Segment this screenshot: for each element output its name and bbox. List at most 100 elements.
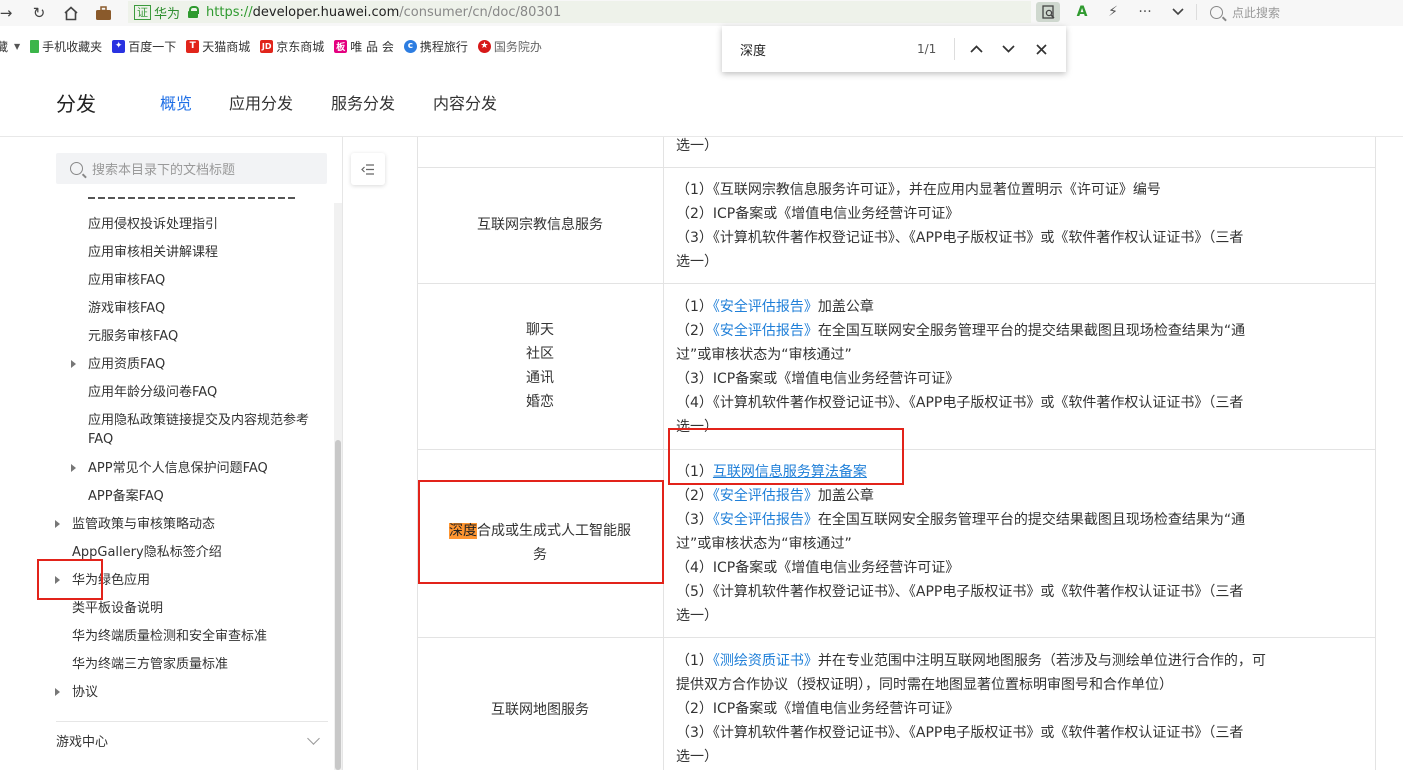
security-report-link[interactable]: 《安全评估报告》 [713, 323, 818, 339]
chevron-down-icon[interactable] [1166, 2, 1190, 22]
forward-icon[interactable]: → [0, 0, 20, 26]
baidu-paw-icon: ✦ [112, 39, 126, 53]
lightning-icon[interactable]: ⚡ [1101, 2, 1125, 22]
table-border [1375, 137, 1376, 770]
tree-item[interactable]: APP常见个人信息保护问题FAQ [88, 460, 268, 477]
tree-item[interactable]: 元服务审核FAQ [88, 328, 178, 345]
category-label: 社区 [526, 346, 554, 362]
bookmark-label: 唯 品 会 [350, 39, 394, 54]
url-scheme: https:// [206, 4, 253, 20]
table-cell: （1）《互联网宗教信息服务许可证》，并在应用内显著位置明示《许可证》编号 （2）… [676, 178, 1366, 274]
expand-arrow-icon[interactable] [55, 520, 60, 528]
page-search-icon[interactable] [1036, 2, 1060, 22]
tree-item[interactable]: 应用隐私政策链接提交及内容规范参考 [88, 412, 309, 429]
tree-item[interactable]: APP备案FAQ [88, 488, 164, 505]
line-text: 加盖公章 [817, 299, 874, 315]
tree-item[interactable]: 应用审核FAQ [88, 272, 165, 289]
find-next-button[interactable] [997, 38, 1019, 60]
cell-line: （4）ICP备案或《增值电信业务经营许可证》 [676, 560, 960, 576]
tmall-icon: T [186, 39, 200, 53]
tree-item[interactable]: 华为终端质量检测和安全审查标准 [72, 628, 267, 645]
clipped-tree-item [88, 192, 298, 199]
line-prefix: （3） [676, 512, 713, 528]
more-icon[interactable]: ··· [1133, 2, 1157, 22]
tree-item[interactable]: 监管政策与审核策略动态 [72, 516, 215, 533]
cell-line: （3）《计算机软件著作权登记证书》、《APP电子版权证书》或《软件著作权认证证书… [676, 230, 1244, 246]
sidebar-search-input[interactable]: 搜索本目录下的文档标题 [56, 153, 327, 184]
cell-line: 选一） [676, 138, 718, 154]
bookmark-item[interactable]: 板 唯 品 会 [334, 38, 394, 55]
bookmark-label: 携程旅行 [419, 39, 468, 54]
game-center-section[interactable]: 游戏中心 [56, 721, 328, 759]
bookmark-label: 百度一下 [128, 39, 177, 54]
bookmark-item[interactable]: JD 京东商城 [260, 38, 324, 55]
home-icon[interactable] [57, 0, 85, 26]
bookmark-label: 国务院办 [493, 39, 542, 54]
cell-line: 过”或审核状态为“审核通过” [676, 536, 852, 552]
category-label: 互联网宗教信息服务 [477, 217, 603, 233]
security-report-link[interactable]: 《安全评估报告》 [713, 512, 818, 528]
find-previous-button[interactable] [965, 38, 987, 60]
bookmark-item[interactable]: ✦ 百度一下 [112, 38, 176, 55]
cell-line: （1）《安全评估报告》加盖公章 [676, 295, 1366, 319]
browser-search-box[interactable]: 点此搜索 [1200, 1, 1403, 23]
site-header: 分发 概览 应用分发 服务分发 内容分发 [0, 64, 1403, 137]
find-query-input[interactable]: 深度 [740, 40, 766, 59]
tree-item[interactable]: 协议 [72, 684, 98, 701]
cell-line: 选一） [676, 608, 718, 624]
doc-sidebar: 搜索本目录下的文档标题 应用侵权投诉处理指引 应用审核相关讲解课程 应用审核FA… [0, 137, 343, 770]
line-prefix: （2） [676, 323, 713, 339]
tree-item[interactable]: 应用年龄分级问卷FAQ [88, 384, 217, 401]
site-brand[interactable]: 分发 [56, 88, 96, 117]
address-bar[interactable]: 证 华为 https://developer.huawei.com/consum… [128, 1, 1031, 23]
line-text: 加盖公章 [817, 488, 874, 504]
toolbar-divider [1196, 4, 1197, 20]
security-report-link[interactable]: 《安全评估报告》 [713, 488, 818, 504]
briefcase-icon[interactable] [89, 0, 117, 26]
read-aloud-icon[interactable]: A [1070, 2, 1094, 22]
phone-icon [30, 39, 40, 53]
ctrip-icon: c [403, 39, 417, 53]
refresh-icon[interactable]: ↻ [25, 0, 53, 26]
surveying-cert-link[interactable]: 《测绘资质证书》 [713, 653, 818, 669]
table-row-category: 互联网地图服务 [417, 637, 663, 782]
line-text: 在全国互联网安全服务管理平台的提交结果截图且现场检查结果为“通 [817, 323, 1246, 339]
bookmark-label: 天猫商城 [202, 39, 251, 54]
tree-item[interactable]: 应用侵权投诉处理指引 [88, 216, 218, 233]
lock-icon [188, 6, 200, 18]
expand-arrow-icon[interactable] [55, 688, 60, 696]
tree-item[interactable]: 类平板设备说明 [72, 600, 163, 617]
bookmark-item[interactable]: 藏 ▼ [0, 38, 20, 55]
cell-line: （3）《安全评估报告》在全国互联网安全服务管理平台的提交结果截图且现场检查结果为… [676, 508, 1366, 532]
line-text: 在全国互联网安全服务管理平台的提交结果截图且现场检查结果为“通 [817, 512, 1246, 528]
bookmark-item[interactable]: c 携程旅行 [403, 38, 468, 55]
annotation-box [418, 480, 664, 584]
bookmark-item[interactable]: 手机收藏夹 [30, 38, 102, 55]
bookmark-item[interactable]: ★ 国务院办 [477, 38, 542, 55]
tree-item[interactable]: 游戏审核FAQ [88, 300, 165, 317]
tree-item[interactable]: 华为终端三方管家质量标准 [72, 656, 228, 673]
expand-arrow-icon[interactable] [71, 464, 76, 472]
category-label: 通讯 [526, 370, 554, 386]
nav-content-distribution[interactable]: 内容分发 [433, 90, 497, 114]
bookmark-item[interactable]: T 天猫商城 [186, 38, 250, 55]
table-row-category: 聊天 社区 通讯 婚恋 [417, 283, 663, 449]
collapse-sidebar-button[interactable] [351, 153, 385, 185]
tree-item[interactable]: 应用资质FAQ [88, 356, 165, 373]
jd-icon: JD [260, 39, 274, 53]
cell-line: （3）ICP备案或《增值电信业务经营许可证》 [676, 371, 960, 387]
security-report-link[interactable]: 《安全评估报告》 [713, 299, 818, 315]
tree-item-continued[interactable]: FAQ [88, 431, 113, 448]
nav-overview[interactable]: 概览 [160, 90, 192, 114]
browser-toolbar: → ↻ 证 华为 https://developer.huawei.com/co… [0, 0, 1403, 26]
content-scrollbar[interactable] [1386, 137, 1403, 770]
expand-arrow-icon[interactable] [71, 360, 76, 368]
cell-line: 选一） [676, 254, 718, 270]
nav-service-distribution[interactable]: 服务分发 [331, 90, 395, 114]
sidebar-scrollbar-thumb[interactable] [335, 440, 341, 770]
find-close-button[interactable] [1030, 38, 1052, 60]
search-icon [70, 162, 83, 175]
sidebar-search-placeholder: 搜索本目录下的文档标题 [92, 163, 236, 178]
nav-app-distribution[interactable]: 应用分发 [229, 90, 293, 114]
tree-item[interactable]: 应用审核相关讲解课程 [88, 244, 218, 261]
